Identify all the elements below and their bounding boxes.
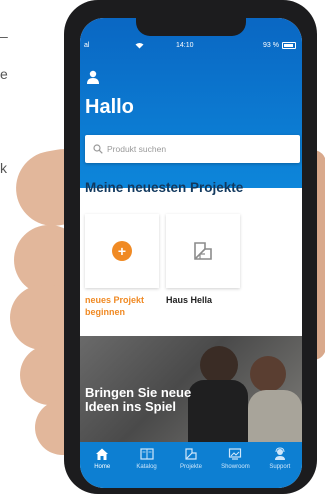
status-battery: 93 % bbox=[263, 42, 296, 49]
battery-icon bbox=[282, 42, 296, 49]
background-text-fragment: e bbox=[0, 66, 8, 82]
plus-icon: + bbox=[112, 241, 132, 261]
status-time: 14:10 bbox=[176, 42, 194, 49]
banner-photo-person bbox=[248, 390, 302, 442]
banner-headline: Bringen Sie neue Ideen ins Spiel bbox=[85, 385, 192, 414]
status-carrier: al bbox=[84, 42, 90, 49]
tab-label: Showroom bbox=[221, 464, 250, 470]
projects-section-title: Meine neuesten Projekte bbox=[85, 180, 244, 195]
tab-katalog[interactable]: Katalog bbox=[124, 442, 168, 488]
banner-photo-person bbox=[250, 356, 286, 392]
tab-showroom[interactable]: Showroom bbox=[213, 442, 257, 488]
tab-projekte[interactable]: Projekte bbox=[169, 442, 213, 488]
search-placeholder: Produkt suchen bbox=[107, 144, 167, 154]
new-project-card[interactable]: + bbox=[85, 214, 159, 288]
tab-label: Projekte bbox=[180, 464, 203, 470]
home-icon bbox=[96, 448, 109, 460]
wifi-icon bbox=[135, 42, 144, 51]
tab-support[interactable]: Support bbox=[258, 442, 302, 488]
greeting-title: Hallo bbox=[85, 96, 134, 118]
tab-label: Katalog bbox=[136, 464, 157, 470]
support-icon bbox=[274, 447, 285, 460]
floor-plan-icon bbox=[194, 242, 212, 260]
new-project-label[interactable]: neues Projekt beginnen bbox=[85, 294, 165, 318]
project-card-haus-hella[interactable] bbox=[166, 214, 240, 288]
projects-icon bbox=[185, 448, 197, 460]
banner-photo-person bbox=[200, 346, 238, 384]
catalog-icon bbox=[140, 448, 154, 460]
showroom-icon bbox=[229, 448, 242, 460]
promo-banner[interactable]: Bringen Sie neue Ideen ins Spiel bbox=[80, 336, 302, 442]
battery-percent: 93 % bbox=[263, 42, 279, 49]
search-input[interactable]: Produkt suchen bbox=[85, 135, 300, 163]
bottom-tab-bar: Home Katalog Projekte Showroom Support bbox=[80, 442, 302, 488]
tab-label: Support bbox=[269, 464, 291, 470]
background-text-fragment: k bbox=[0, 160, 7, 176]
tab-home[interactable]: Home bbox=[80, 442, 124, 488]
app-screen: al 14:10 93 % Hallo Produkt suchen Meine… bbox=[80, 18, 302, 488]
phone-notch bbox=[136, 18, 246, 36]
project-label-haus-hella[interactable]: Haus Hella bbox=[166, 294, 212, 306]
search-icon bbox=[93, 144, 103, 154]
tab-label: Home bbox=[94, 464, 111, 470]
user-icon[interactable] bbox=[86, 70, 100, 84]
background-text-fragment: – bbox=[0, 28, 8, 44]
banner-photo-person bbox=[188, 380, 248, 442]
